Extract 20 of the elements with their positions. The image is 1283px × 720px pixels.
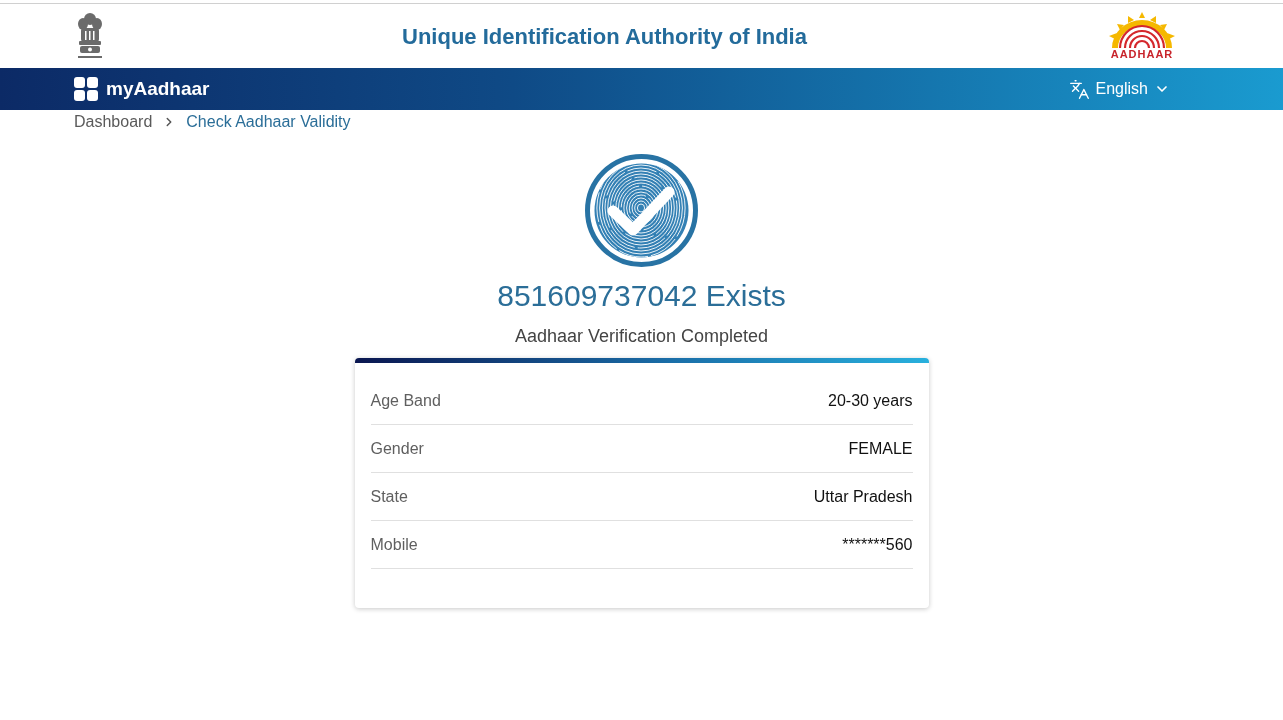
detail-value: 20-30 years xyxy=(828,390,913,411)
breadcrumb-link[interactable]: Dashboard xyxy=(74,110,153,134)
site-title: Unique Identification Authority of India xyxy=(402,22,807,51)
detail-label: State xyxy=(370,486,408,507)
translate-icon xyxy=(1068,78,1090,100)
result-heading: 851609737042 Exists xyxy=(497,278,786,314)
logo-text: AADHAAR xyxy=(1110,47,1174,61)
detail-value: FEMALE xyxy=(848,438,913,459)
detail-label: Age Band xyxy=(370,390,441,411)
detail-label: Mobile xyxy=(370,534,418,555)
brand-name[interactable]: myAadhaar xyxy=(106,74,210,104)
detail-value: Uttar Pradesh xyxy=(813,486,913,507)
detail-value: *******560 xyxy=(842,534,913,555)
fingerprint-check-icon xyxy=(585,154,698,267)
grid-icon[interactable] xyxy=(74,77,98,101)
detail-label: Gender xyxy=(370,438,424,459)
language-selector[interactable]: English xyxy=(1068,77,1170,101)
emblem-logo xyxy=(75,11,105,61)
result-subheading: Aadhaar Verification Completed xyxy=(514,325,769,348)
breadcrumb-link[interactable]: Check Aadhaar Validity xyxy=(186,110,351,134)
